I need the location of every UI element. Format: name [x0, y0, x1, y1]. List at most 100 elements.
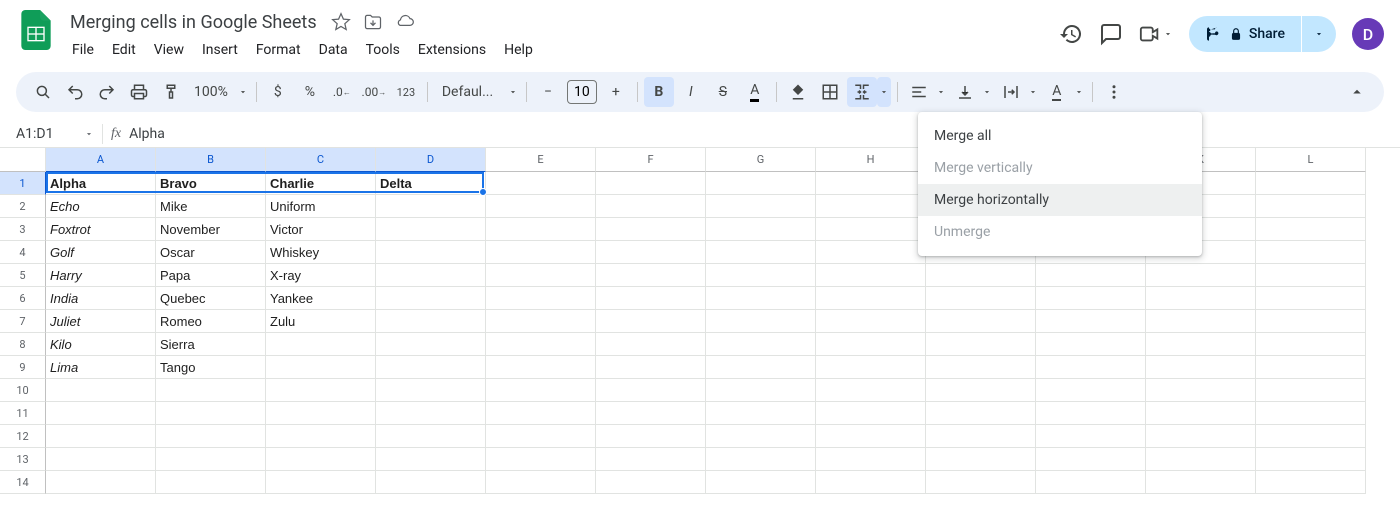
- cell[interactable]: [1146, 333, 1256, 356]
- h-align-dropdown-icon[interactable]: [934, 77, 948, 107]
- cell[interactable]: [266, 356, 376, 379]
- increase-decimal-icon[interactable]: .00→: [359, 77, 389, 107]
- cell[interactable]: [1146, 379, 1256, 402]
- wrap-button[interactable]: [996, 77, 1026, 107]
- select-all-corner[interactable]: [0, 148, 46, 172]
- cell[interactable]: [376, 379, 486, 402]
- increase-font-icon[interactable]: +: [601, 77, 631, 107]
- row-header-12[interactable]: 12: [0, 425, 46, 448]
- cell[interactable]: November: [156, 218, 266, 241]
- cell[interactable]: [486, 379, 596, 402]
- cell[interactable]: [706, 310, 816, 333]
- cell[interactable]: [1256, 310, 1366, 333]
- menu-format[interactable]: Format: [248, 38, 309, 62]
- cell[interactable]: X-ray: [266, 264, 376, 287]
- rotate-button[interactable]: A: [1042, 77, 1072, 107]
- cell[interactable]: [926, 379, 1036, 402]
- column-header-L[interactable]: L: [1256, 148, 1366, 172]
- cell[interactable]: [706, 218, 816, 241]
- merge-dropdown-icon[interactable]: [877, 77, 891, 107]
- cell[interactable]: Yankee: [266, 287, 376, 310]
- borders-button[interactable]: [815, 77, 845, 107]
- cell[interactable]: [706, 471, 816, 494]
- cell[interactable]: [926, 310, 1036, 333]
- cell[interactable]: [486, 264, 596, 287]
- cell[interactable]: [596, 333, 706, 356]
- cell[interactable]: [816, 310, 926, 333]
- name-box[interactable]: A1:D1: [8, 124, 102, 144]
- v-align-dropdown-icon[interactable]: [980, 77, 994, 107]
- cell[interactable]: [376, 195, 486, 218]
- cell[interactable]: [376, 310, 486, 333]
- cell[interactable]: [926, 333, 1036, 356]
- share-dropdown[interactable]: [1302, 16, 1336, 52]
- redo-icon[interactable]: [92, 77, 122, 107]
- cell[interactable]: [926, 356, 1036, 379]
- cell[interactable]: Zulu: [266, 310, 376, 333]
- cell[interactable]: [376, 241, 486, 264]
- cell[interactable]: Alpha: [46, 172, 156, 195]
- cell[interactable]: [46, 379, 156, 402]
- cell[interactable]: [1256, 172, 1366, 195]
- cell[interactable]: Sierra: [156, 333, 266, 356]
- cell[interactable]: [1256, 356, 1366, 379]
- row-header-13[interactable]: 13: [0, 448, 46, 471]
- cell[interactable]: [596, 379, 706, 402]
- strikethrough-button[interactable]: S: [708, 77, 738, 107]
- cell[interactable]: [1146, 471, 1256, 494]
- cell[interactable]: [1256, 195, 1366, 218]
- cell[interactable]: [926, 448, 1036, 471]
- menu-insert[interactable]: Insert: [194, 38, 246, 62]
- cell[interactable]: [1256, 448, 1366, 471]
- sheets-logo[interactable]: [16, 10, 56, 50]
- cell[interactable]: [266, 333, 376, 356]
- decrease-font-icon[interactable]: −: [533, 77, 563, 107]
- cell[interactable]: [816, 471, 926, 494]
- percent-icon[interactable]: %: [295, 77, 325, 107]
- cell[interactable]: [1256, 333, 1366, 356]
- cell[interactable]: [1036, 425, 1146, 448]
- row-header-5[interactable]: 5: [0, 264, 46, 287]
- cell[interactable]: Juliet: [46, 310, 156, 333]
- column-header-E[interactable]: E: [486, 148, 596, 172]
- cell[interactable]: Victor: [266, 218, 376, 241]
- cell[interactable]: [1036, 310, 1146, 333]
- row-header-11[interactable]: 11: [0, 402, 46, 425]
- cell[interactable]: [596, 241, 706, 264]
- cell[interactable]: [486, 448, 596, 471]
- cell[interactable]: [156, 425, 266, 448]
- cell[interactable]: [486, 471, 596, 494]
- cell[interactable]: [486, 333, 596, 356]
- search-menus-icon[interactable]: [28, 77, 58, 107]
- cell[interactable]: [486, 218, 596, 241]
- comments-icon[interactable]: [1099, 22, 1123, 46]
- cell[interactable]: [46, 402, 156, 425]
- share-button[interactable]: Share: [1189, 16, 1301, 52]
- more-formats-icon[interactable]: 123: [391, 77, 421, 107]
- merge-button[interactable]: [847, 77, 877, 107]
- undo-icon[interactable]: [60, 77, 90, 107]
- cell[interactable]: Tango: [156, 356, 266, 379]
- cell[interactable]: [1146, 264, 1256, 287]
- zoom-dropdown-icon[interactable]: [236, 77, 250, 107]
- cell[interactable]: [816, 356, 926, 379]
- cell[interactable]: [816, 425, 926, 448]
- column-header-B[interactable]: B: [156, 148, 266, 172]
- cell[interactable]: [706, 356, 816, 379]
- cell[interactable]: [1146, 448, 1256, 471]
- column-header-G[interactable]: G: [706, 148, 816, 172]
- cell[interactable]: [1036, 356, 1146, 379]
- cell[interactable]: [596, 356, 706, 379]
- cell[interactable]: [596, 195, 706, 218]
- font-dropdown-icon[interactable]: [506, 77, 520, 107]
- cell[interactable]: [156, 471, 266, 494]
- cell[interactable]: [816, 287, 926, 310]
- more-toolbar-icon[interactable]: [1099, 77, 1129, 107]
- text-color-button[interactable]: A: [740, 77, 770, 107]
- cell[interactable]: [486, 172, 596, 195]
- cell[interactable]: [816, 241, 926, 264]
- cell[interactable]: [46, 448, 156, 471]
- wrap-dropdown-icon[interactable]: [1026, 77, 1040, 107]
- cell[interactable]: [926, 425, 1036, 448]
- cell[interactable]: [706, 172, 816, 195]
